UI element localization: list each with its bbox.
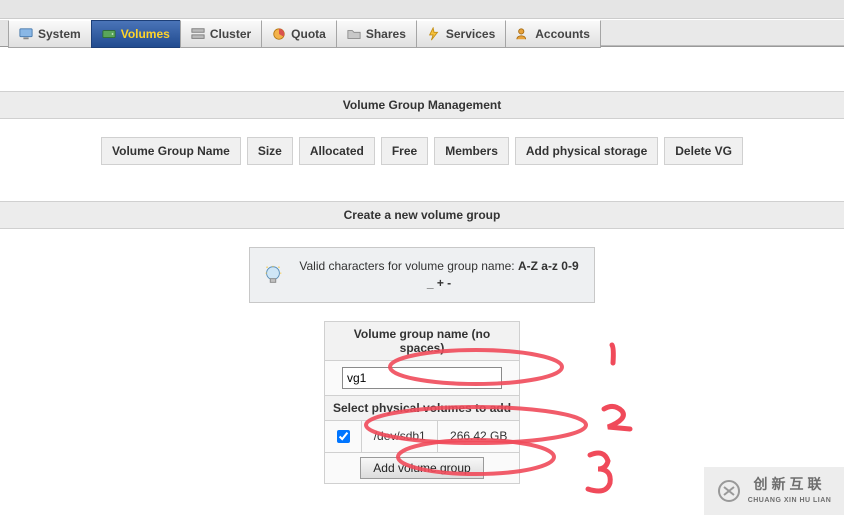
vg-name-input[interactable]: [342, 367, 502, 389]
nav-label: Quota: [291, 27, 326, 41]
col-header: Free: [381, 137, 428, 165]
col-header: Add physical storage: [515, 137, 658, 165]
add-volume-group-button[interactable]: Add volume group: [360, 457, 483, 479]
col-header: Size: [247, 137, 293, 165]
nav-item-services[interactable]: Services: [416, 20, 506, 48]
vg-table-header: Volume Group Name Size Allocated Free Me…: [0, 137, 844, 165]
pie-icon: [272, 27, 286, 41]
pv-row: /dev/sdb1 266.42 GB: [325, 420, 520, 452]
nav-item-shares[interactable]: Shares: [336, 20, 417, 48]
logo-icon: [717, 479, 741, 503]
lightbulb-icon: [262, 264, 284, 286]
main-nav: System Volumes Cluster Quota Shares Serv…: [0, 19, 844, 47]
watermark-cn: 创新互联: [754, 476, 826, 492]
nav-label: Volumes: [121, 27, 170, 41]
nav-trailing: [601, 20, 844, 46]
col-header: Volume Group Name: [101, 137, 241, 165]
section-title-vg-management: Volume Group Management: [0, 91, 844, 119]
section-title-create-vg: Create a new volume group: [0, 201, 844, 229]
nav-label: Accounts: [535, 27, 590, 41]
nav-item-volumes[interactable]: Volumes: [91, 20, 181, 48]
watermark: 创新互联 CHUANG XIN HU LIAN: [704, 467, 844, 515]
nav-item-accounts[interactable]: Accounts: [505, 20, 601, 48]
pv-device: /dev/sdb1: [362, 420, 438, 452]
folder-icon: [347, 27, 361, 41]
top-strip: [0, 0, 844, 19]
info-prefix: Valid characters for volume group name:: [299, 259, 518, 273]
servers-icon: [191, 27, 205, 41]
nav-label: Services: [446, 27, 495, 41]
drive-icon: [102, 27, 116, 41]
users-icon: [516, 27, 530, 41]
col-header: Allocated: [299, 137, 375, 165]
pv-size: 266.42 GB: [438, 420, 520, 452]
nav-item-quota[interactable]: Quota: [261, 20, 337, 48]
monitor-icon: [19, 27, 33, 41]
col-header: Members: [434, 137, 509, 165]
pv-select-header: Select physical volumes to add: [325, 395, 520, 420]
create-vg-form: Volume group name (no spaces) Select phy…: [324, 321, 520, 484]
bolt-icon: [427, 27, 441, 41]
nav-item-cluster[interactable]: Cluster: [180, 20, 262, 48]
nav-item-system[interactable]: System: [8, 20, 92, 48]
info-panel: Valid characters for volume group name: …: [249, 247, 595, 303]
nav-label: Shares: [366, 27, 406, 41]
pv-checkbox[interactable]: [337, 430, 350, 443]
nav-label: System: [38, 27, 81, 41]
info-text: Valid characters for volume group name: …: [296, 258, 582, 292]
vg-name-header: Volume group name (no spaces): [325, 321, 520, 360]
col-header: Delete VG: [664, 137, 743, 165]
nav-label: Cluster: [210, 27, 251, 41]
watermark-pinyin: CHUANG XIN HU LIAN: [748, 497, 832, 504]
